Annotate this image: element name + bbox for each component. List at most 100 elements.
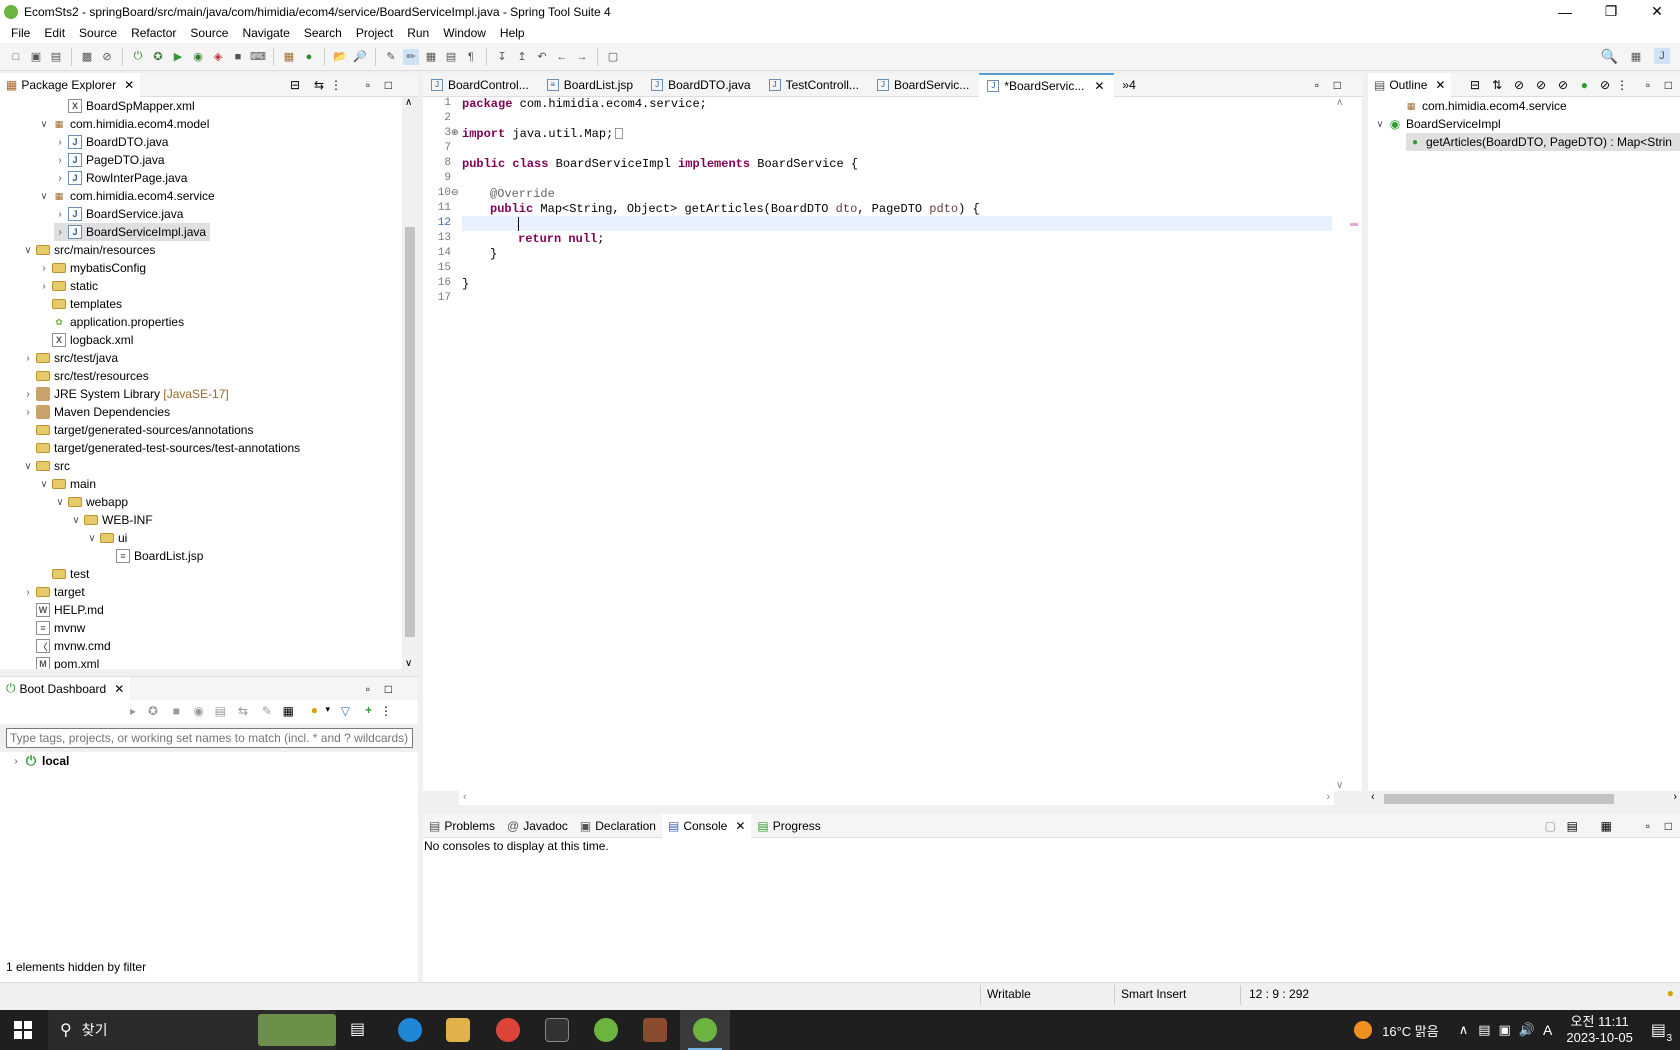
debug-icon[interactable]: ✪ bbox=[150, 49, 166, 65]
edge-icon[interactable] bbox=[398, 1018, 422, 1042]
menu-run[interactable]: Run bbox=[400, 26, 436, 40]
stop-icon[interactable]: ■ bbox=[173, 704, 180, 718]
tree-item-jre-system-library[interactable]: › JRE System Library [JavaSE-17] bbox=[22, 385, 229, 403]
tree-item-boardserviceimpl-java[interactable]: › J BoardServiceImpl.java bbox=[54, 223, 211, 241]
chevron-right-icon[interactable]: › bbox=[54, 209, 66, 220]
tree-item-mvnw-cmd[interactable]: 〈 mvnw.cmd bbox=[22, 637, 111, 655]
debug-icon[interactable]: ✪ bbox=[148, 704, 158, 718]
chevron-right-icon[interactable]: › bbox=[22, 353, 34, 364]
menu-window[interactable]: Window bbox=[436, 26, 493, 40]
link-icon[interactable]: ⇆ bbox=[238, 704, 248, 718]
close-button[interactable]: ✕ bbox=[1634, 0, 1680, 23]
chevron-down-icon[interactable]: ∨ bbox=[1374, 119, 1386, 130]
tree-item-templates[interactable]: templates bbox=[38, 295, 122, 313]
chevron-down-icon[interactable]: ∨ bbox=[38, 119, 50, 130]
game-app-icon[interactable] bbox=[643, 1018, 667, 1042]
scroll-up-icon[interactable]: ∧ bbox=[1336, 97, 1343, 108]
quick-access-search-icon[interactable]: 🔍 bbox=[1601, 48, 1618, 65]
tree-item-boardlist-jsp[interactable]: ≡ BoardList.jsp bbox=[102, 547, 203, 565]
maximize-view-icon[interactable]: □ bbox=[385, 78, 392, 92]
tree-item-pom-xml[interactable]: Mpom.xml bbox=[22, 655, 99, 669]
close-icon[interactable]: ✕ bbox=[735, 819, 745, 833]
scroll-right-icon[interactable]: › bbox=[1673, 791, 1677, 803]
volume-icon[interactable]: 🔊 bbox=[1519, 1022, 1535, 1038]
editor-tab-overflow[interactable]: »4 bbox=[1114, 73, 1145, 97]
tree-item-web-inf[interactable]: ∨ WEB-INF bbox=[70, 511, 152, 529]
taskbar-search-box[interactable]: ⚲ 찾기 bbox=[48, 1010, 336, 1050]
tree-item-logback-xml[interactable]: Xlogback.xml bbox=[38, 331, 133, 349]
ime-indicator[interactable]: A bbox=[1543, 1022, 1552, 1038]
tree-item-generated-sources[interactable]: target/generated-sources/annotations bbox=[22, 421, 253, 439]
lightbulb-icon[interactable]: ● bbox=[311, 703, 318, 717]
table-icon[interactable]: ▦ bbox=[283, 704, 294, 718]
outline-item-class[interactable]: ∨ ◉ BoardServiceImpl bbox=[1374, 115, 1500, 133]
menu-project[interactable]: Project bbox=[349, 26, 400, 40]
tab-problems[interactable]: ▤ Problems bbox=[423, 815, 501, 837]
active-app-highlight[interactable] bbox=[680, 1010, 730, 1050]
highlight-icon[interactable]: ✏ bbox=[403, 48, 419, 65]
tree-item-boardspmapper-xml[interactable]: X BoardSpMapper.xml bbox=[54, 97, 195, 115]
clock[interactable]: 오전 11:11 2023-10-05 bbox=[1566, 1014, 1633, 1046]
add-icon[interactable]: + bbox=[365, 703, 372, 717]
weather-text[interactable]: 16°C 맑음 bbox=[1382, 1021, 1439, 1040]
spring-tool-suite-active-icon[interactable] bbox=[693, 1018, 717, 1042]
tree-item-generated-test-sources[interactable]: target/generated-test-sources/test-annot… bbox=[22, 439, 300, 457]
pin-console-icon[interactable]: ▢ bbox=[1545, 819, 1556, 833]
editor-tab-boardcontrol[interactable]: J BoardControl... bbox=[423, 73, 539, 97]
package-explorer-scrollbar[interactable]: ∧ ∨ bbox=[402, 97, 418, 669]
editor-vertical-scrollbar[interactable]: ∧ ∨ bbox=[1334, 97, 1348, 791]
scroll-thumb[interactable] bbox=[1384, 794, 1614, 804]
chevron-down-icon[interactable]: ∨ bbox=[22, 245, 34, 256]
save-all-icon[interactable]: ▤ bbox=[48, 49, 64, 65]
menu-file[interactable]: File bbox=[4, 26, 37, 40]
tree-item-rowinterpage-java[interactable]: › J RowInterPage.java bbox=[54, 169, 187, 187]
scroll-down-icon[interactable]: ∨ bbox=[405, 658, 412, 669]
tree-item-src-test-java[interactable]: › src/test/java bbox=[22, 349, 118, 367]
minimize-view-icon[interactable]: ▫ bbox=[366, 682, 370, 696]
tree-item-boardservice-java[interactable]: › J BoardService.java bbox=[54, 205, 183, 223]
chevron-down-icon[interactable]: ∨ bbox=[70, 515, 82, 526]
collapse-all-icon[interactable]: ⊟ bbox=[1470, 78, 1480, 92]
tree-item-static[interactable]: › static bbox=[38, 277, 98, 295]
outline-horizontal-scrollbar[interactable]: ‹ › bbox=[1368, 791, 1680, 807]
windows-start-icon[interactable] bbox=[0, 1010, 46, 1050]
close-icon[interactable]: ✕ bbox=[114, 682, 124, 696]
stop-icon[interactable]: ■ bbox=[230, 49, 246, 65]
tab-progress[interactable]: ▤ Progress bbox=[751, 815, 826, 837]
next-annotation-icon[interactable]: ↧ bbox=[494, 49, 510, 65]
chevron-up-icon[interactable]: ∧ bbox=[1459, 1022, 1469, 1038]
chevron-right-icon[interactable]: › bbox=[10, 756, 22, 767]
tree-item-src-test-resources[interactable]: src/test/resources bbox=[22, 367, 149, 385]
java-perspective-icon[interactable]: J bbox=[1654, 48, 1670, 64]
close-icon[interactable]: ✕ bbox=[1094, 79, 1104, 93]
new-java-package-icon[interactable]: ▦ bbox=[281, 49, 297, 65]
tree-item-boarddto-java[interactable]: › J BoardDTO.java bbox=[54, 133, 168, 151]
chevron-down-icon[interactable]: ∨ bbox=[22, 461, 34, 472]
tree-item-maven-dependencies[interactable]: › Maven Dependencies bbox=[22, 403, 170, 421]
menu-source[interactable]: Source bbox=[72, 26, 124, 40]
tree-item-local[interactable]: › ⏻ local bbox=[10, 752, 69, 770]
scroll-left-icon[interactable]: ‹ bbox=[463, 791, 467, 803]
editor-tab-boarddto[interactable]: J BoardDTO.java bbox=[643, 73, 760, 97]
tree-item-main[interactable]: ∨ main bbox=[38, 475, 96, 493]
chevron-down-icon[interactable]: ▾ bbox=[325, 704, 330, 715]
new-icon[interactable]: □ bbox=[8, 49, 24, 65]
chevron-down-icon[interactable]: ∨ bbox=[54, 497, 66, 508]
toggle-mark-occurrences-icon[interactable]: ✎ bbox=[383, 49, 399, 65]
view-menu-icon[interactable]: ⋮ bbox=[380, 704, 392, 718]
editor-tab-testcontroll[interactable]: J TestControll... bbox=[761, 73, 869, 97]
previous-annotation-icon[interactable]: ↥ bbox=[514, 49, 530, 65]
forward-icon[interactable]: → bbox=[574, 49, 590, 65]
new-class-icon[interactable]: ● bbox=[301, 49, 317, 65]
view-menu-icon[interactable]: ⋮ bbox=[330, 78, 342, 92]
minimize-button[interactable]: — bbox=[1542, 0, 1588, 23]
back-icon[interactable]: ← bbox=[554, 49, 570, 65]
word-wrap-icon[interactable]: ▤ bbox=[443, 49, 459, 65]
chevron-right-icon[interactable]: › bbox=[22, 389, 34, 400]
open-console-icon[interactable]: ▦ bbox=[1601, 819, 1612, 833]
chrome-icon[interactable] bbox=[496, 1018, 520, 1042]
scroll-left-icon[interactable]: ‹ bbox=[1371, 791, 1375, 803]
overview-ruler[interactable] bbox=[1348, 97, 1362, 791]
maximize-view-icon[interactable]: □ bbox=[1334, 78, 1341, 92]
display-console-icon[interactable]: ▤ bbox=[1567, 819, 1578, 833]
